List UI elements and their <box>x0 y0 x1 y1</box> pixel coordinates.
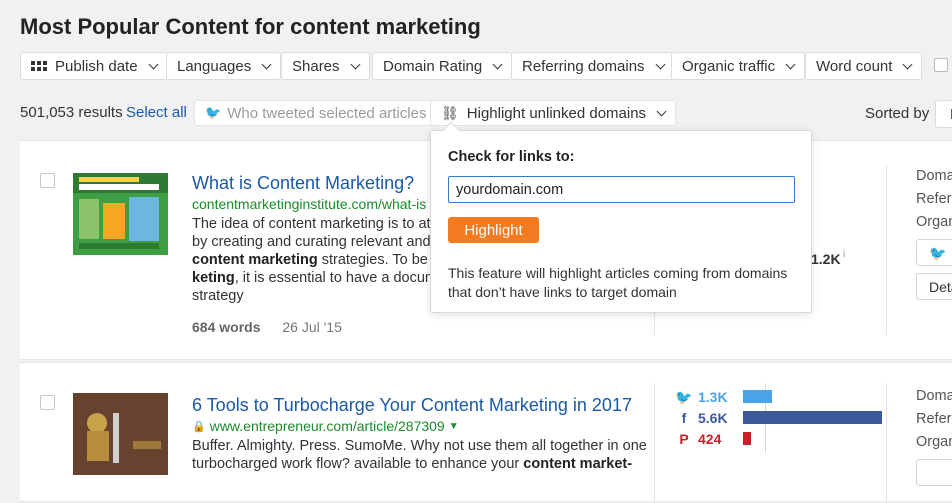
chevron-down-icon <box>785 59 796 69</box>
who-tweeted-button[interactable]: 🐦 Who tweeted selected articles <box>194 100 438 126</box>
share-value: 424 <box>698 431 722 447</box>
info-icon: i <box>843 249 846 260</box>
filter-publish-date[interactable]: Publish date <box>20 52 168 80</box>
article-meta: 684 words 26 Jul '15 <box>192 319 342 335</box>
results-count: 501,053 results <box>20 104 123 121</box>
popup-heading: Check for links to: <box>448 149 575 165</box>
metric-label: Organ <box>916 434 952 450</box>
filter-label: Shares <box>292 57 340 75</box>
article-url-link[interactable]: 🔒 www.entrepreneur.com/article/287309 ▼ <box>192 418 459 434</box>
metric-label: Refer <box>916 191 952 207</box>
share-bar-twitter <box>743 390 772 403</box>
divider <box>886 383 887 503</box>
share-row-facebook: f 5.6K <box>674 408 734 428</box>
desc-highlight: content market- <box>523 456 633 472</box>
filter-domain-rating[interactable]: Domain Rating <box>372 52 513 80</box>
chevron-down-icon <box>350 59 360 69</box>
who-tweeted-label: Who tweeted selected articles <box>227 104 427 122</box>
article-checkbox[interactable] <box>40 395 55 410</box>
divider <box>654 383 655 503</box>
filter-bar: Publish date Languages Shares Domain Rat… <box>20 52 952 80</box>
metric-label: Doma <box>916 168 952 184</box>
filter-label: Word count <box>816 57 893 75</box>
filter-label: Publish date <box>55 57 138 75</box>
publish-date: 26 Jul '15 <box>282 319 342 335</box>
chevron-down-icon <box>492 59 503 69</box>
lock-icon: 🔒 <box>192 420 206 433</box>
target-domain-input[interactable] <box>448 176 795 203</box>
article-checkbox[interactable] <box>40 173 55 188</box>
share-bar-pinterest <box>743 432 751 445</box>
highlight-button[interactable]: Highlight <box>448 217 539 243</box>
metric-label: Doma <box>916 388 952 404</box>
metric-label: Refer <box>916 411 952 427</box>
stat-value: 1.2K <box>811 251 841 267</box>
desc-highlight: keting <box>192 270 235 286</box>
share-row-pinterest: P 424 <box>674 429 734 449</box>
article-title-link[interactable]: What is Content Marketing? <box>192 173 414 194</box>
details-button[interactable]: Deta <box>916 273 952 300</box>
article-thumbnail <box>73 393 168 475</box>
article-thumbnail <box>73 173 168 255</box>
filter-shares[interactable]: Shares <box>281 52 370 80</box>
results-toolbar: 501,053 results Select all 🐦 Who tweeted… <box>20 100 952 128</box>
who-tweeted-article-button[interactable]: 🐦W <box>916 239 952 266</box>
article-title-link[interactable]: 6 Tools to Turbocharge Your Content Mark… <box>192 395 632 416</box>
grid-icon <box>31 61 47 71</box>
filter-label: Languages <box>177 57 252 75</box>
metric-label: Organ <box>916 214 952 230</box>
filter-organic-traffic[interactable]: Organic traffic <box>671 52 806 80</box>
twitter-icon: 🐦 <box>675 388 693 405</box>
filter-label: Organic traffic <box>682 57 776 75</box>
filter-label: Referring domains <box>522 57 645 75</box>
chevron-down-icon <box>656 106 667 116</box>
article-description: Buffer. Almighty. Press. SumoMe. Why not… <box>192 437 652 473</box>
desc-text: turbocharged work flow? available to enh… <box>192 456 524 472</box>
sorted-by-label: Sorted by <box>865 105 930 122</box>
side-metrics: Doma Refer Organ <box>916 165 952 234</box>
popup-description: This feature will highlight articles com… <box>448 265 788 300</box>
filter-referring-domains[interactable]: Referring domains <box>511 52 675 80</box>
share-value: 5.6K <box>698 410 728 426</box>
article-url-text: www.entrepreneur.com/article/287309 <box>209 418 445 434</box>
sort-select[interactable]: F <box>935 100 952 128</box>
side-metrics: Doma Refer Organ <box>916 385 952 454</box>
article-card: 6 Tools to Turbocharge Your Content Mark… <box>20 362 952 503</box>
desc-text: , it is essential to have a docum <box>234 270 438 286</box>
caret-down-icon: ▼ <box>448 420 459 432</box>
unlink-icon: ⛓ <box>441 104 459 121</box>
share-value: 1.3K <box>698 389 728 405</box>
select-all-link[interactable]: Select all <box>126 104 187 121</box>
who-tweeted-article-button[interactable] <box>916 459 952 486</box>
highlight-unlinked-button[interactable]: ⛓ Highlight unlinked domains <box>430 100 677 126</box>
chevron-down-icon <box>261 59 272 69</box>
facebook-icon: f <box>681 410 687 426</box>
chevron-down-icon <box>655 59 666 69</box>
article-url-link[interactable]: contentmarketinginstitute.com/what-is <box>192 196 426 212</box>
desc-text: strategies. To be e <box>317 252 440 268</box>
divider <box>886 165 887 335</box>
page-title: Most Popular Content for content marketi… <box>20 14 481 39</box>
desc-line: Buffer. Almighty. Press. SumoMe. Why not… <box>192 438 647 454</box>
highlight-unlinked-label: Highlight unlinked domains <box>466 104 647 122</box>
filter-word-count[interactable]: Word count <box>805 52 923 80</box>
chevron-down-icon <box>148 59 159 69</box>
twitter-icon: 🐦 <box>929 245 947 261</box>
pinterest-icon: P <box>679 431 689 447</box>
chevron-down-icon <box>902 59 913 69</box>
twitter-icon: 🐦 <box>205 105 222 120</box>
share-row-twitter: 🐦 1.3K <box>674 387 734 407</box>
filter-checkbox[interactable] <box>934 58 948 72</box>
highlight-unlinked-popup: Check for links to: Highlight This featu… <box>430 121 812 313</box>
desc-highlight: content marketing <box>192 252 318 268</box>
share-bar-facebook <box>743 411 882 424</box>
word-count: 684 words <box>192 319 261 335</box>
filter-languages[interactable]: Languages <box>166 52 282 80</box>
filter-label: Domain Rating <box>383 57 483 75</box>
